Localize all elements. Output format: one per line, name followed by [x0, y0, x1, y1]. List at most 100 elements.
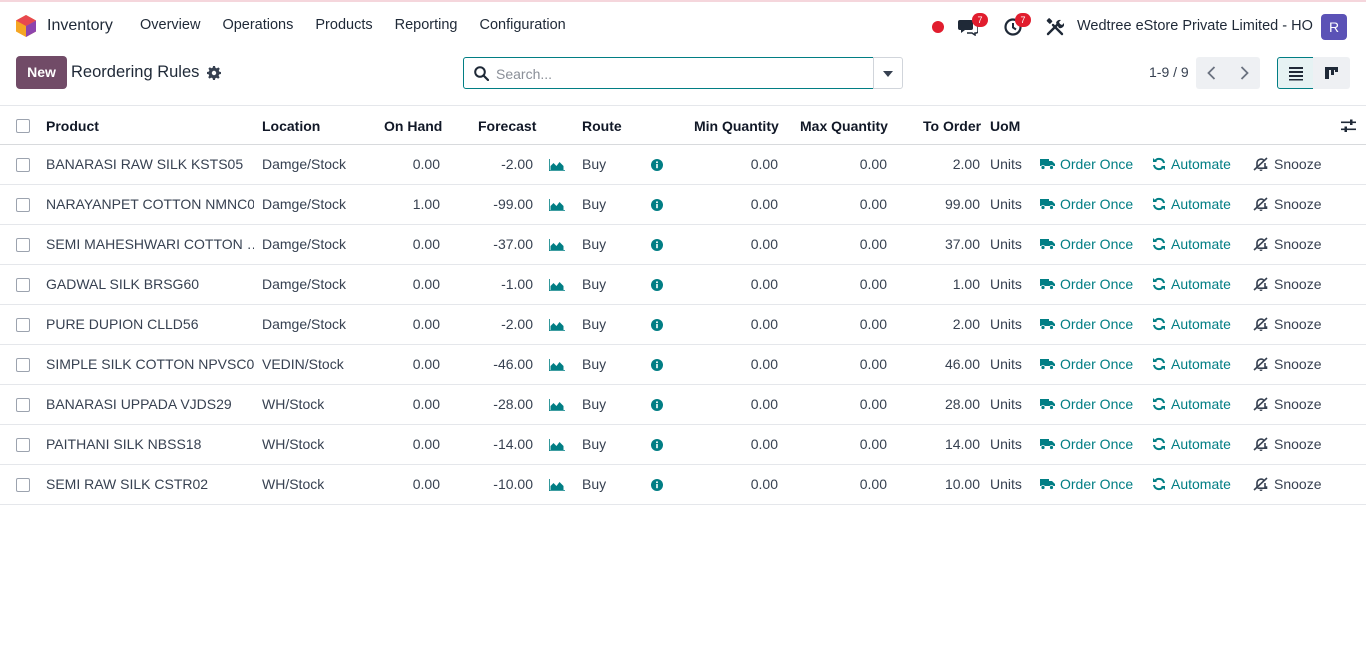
order-once-button[interactable]: Order Once	[1040, 156, 1133, 172]
row-select-checkbox[interactable]	[16, 278, 30, 292]
snooze-button[interactable]: Snooze	[1253, 316, 1321, 332]
pager-previous-button[interactable]	[1196, 57, 1228, 89]
automate-button[interactable]: Automate	[1152, 196, 1231, 212]
cell-min-quantity[interactable]: 0.00	[698, 196, 778, 212]
cell-to-order[interactable]: 2.00	[900, 316, 980, 332]
inventory-app-icon[interactable]	[16, 15, 36, 37]
menu-item-reporting[interactable]: Reporting	[395, 17, 458, 33]
order-once-button[interactable]: Order Once	[1040, 236, 1133, 252]
column-header-route[interactable]: Route	[582, 118, 622, 134]
table-row[interactable]: BANARASI RAW SILK KSTS05 Damge/Stock 0.00 -…	[0, 145, 1366, 185]
snooze-button[interactable]: Snooze	[1253, 276, 1321, 292]
cell-to-order[interactable]: 1.00	[900, 276, 980, 292]
user-avatar[interactable]: R	[1321, 14, 1347, 40]
route-info-button[interactable]	[651, 438, 663, 454]
column-header-on-hand[interactable]: On Hand	[384, 118, 442, 134]
forecast-graph-button[interactable]	[549, 318, 565, 334]
app-name[interactable]: Inventory	[47, 17, 113, 35]
cell-max-quantity[interactable]: 0.00	[807, 276, 887, 292]
column-header-forecast[interactable]: Forecast	[478, 118, 536, 134]
column-header-to-order[interactable]: To Order	[923, 118, 981, 134]
route-info-button[interactable]	[651, 278, 663, 294]
cell-min-quantity[interactable]: 0.00	[698, 396, 778, 412]
cell-to-order[interactable]: 14.00	[900, 436, 980, 452]
order-once-button[interactable]: Order Once	[1040, 436, 1133, 452]
cell-max-quantity[interactable]: 0.00	[807, 316, 887, 332]
forecast-graph-button[interactable]	[549, 158, 565, 174]
route-info-button[interactable]	[651, 158, 663, 174]
table-row[interactable]: BANARASI UPPADA VJDS29 WH/Stock 0.00 -28.00…	[0, 385, 1366, 425]
cell-max-quantity[interactable]: 0.00	[807, 356, 887, 372]
cell-min-quantity[interactable]: 0.00	[698, 236, 778, 252]
table-row[interactable]: PAITHANI SILK NBSS18 WH/Stock 0.00 -14.00 Bu…	[0, 425, 1366, 465]
cell-min-quantity[interactable]: 0.00	[698, 356, 778, 372]
order-once-button[interactable]: Order Once	[1040, 276, 1133, 292]
forecast-graph-button[interactable]	[549, 438, 565, 454]
row-select-checkbox[interactable]	[16, 478, 30, 492]
order-once-button[interactable]: Order Once	[1040, 196, 1133, 212]
cell-max-quantity[interactable]: 0.00	[807, 476, 887, 492]
table-row[interactable]: GADWAL SILK BRSG60 Damge/Stock 0.00 -1.00 Bu…	[0, 265, 1366, 305]
select-all-checkbox[interactable]	[16, 119, 30, 133]
order-once-button[interactable]: Order Once	[1040, 356, 1133, 372]
row-select-checkbox[interactable]	[16, 438, 30, 452]
forecast-graph-button[interactable]	[549, 398, 565, 414]
pager-next-button[interactable]	[1228, 57, 1260, 89]
menu-item-overview[interactable]: Overview	[140, 17, 200, 33]
automate-button[interactable]: Automate	[1152, 236, 1231, 252]
new-button[interactable]: New	[16, 56, 67, 89]
table-row[interactable]: PURE DUPION CLLD56 Damge/Stock 0.00 -2.00 Bu…	[0, 305, 1366, 345]
automate-button[interactable]: Automate	[1152, 476, 1231, 492]
table-row[interactable]: SEMI MAHESHWARI COTTON … Damge/Stock 0.00 -…	[0, 225, 1366, 265]
column-header-location[interactable]: Location	[262, 118, 320, 134]
forecast-graph-button[interactable]	[549, 238, 565, 254]
forecast-graph-button[interactable]	[549, 478, 565, 494]
cell-min-quantity[interactable]: 0.00	[698, 156, 778, 172]
snooze-button[interactable]: Snooze	[1253, 196, 1321, 212]
kanban-view-button[interactable]	[1313, 57, 1350, 89]
route-info-button[interactable]	[651, 358, 663, 374]
optional-columns-icon[interactable]	[1341, 119, 1356, 133]
menu-item-configuration[interactable]: Configuration	[479, 17, 565, 33]
order-once-button[interactable]: Order Once	[1040, 316, 1133, 332]
status-dot-icon[interactable]	[932, 21, 944, 33]
automate-button[interactable]: Automate	[1152, 436, 1231, 452]
snooze-button[interactable]: Snooze	[1253, 476, 1321, 492]
automate-button[interactable]: Automate	[1152, 356, 1231, 372]
route-info-button[interactable]	[651, 238, 663, 254]
menu-item-operations[interactable]: Operations	[222, 17, 293, 33]
automate-button[interactable]: Automate	[1152, 156, 1231, 172]
forecast-graph-button[interactable]	[549, 358, 565, 374]
route-info-button[interactable]	[651, 398, 663, 414]
automate-button[interactable]: Automate	[1152, 316, 1231, 332]
route-info-button[interactable]	[651, 318, 663, 334]
snooze-button[interactable]: Snooze	[1253, 236, 1321, 252]
cell-min-quantity[interactable]: 0.00	[698, 276, 778, 292]
table-row[interactable]: SEMI RAW SILK CSTR02 WH/Stock 0.00 -10.00 Bu…	[0, 465, 1366, 505]
company-switcher[interactable]: Wedtree eStore Private Limited - HO	[1077, 18, 1313, 34]
list-view-button[interactable]	[1277, 57, 1314, 89]
row-select-checkbox[interactable]	[16, 318, 30, 332]
cell-to-order[interactable]: 99.00	[900, 196, 980, 212]
route-info-button[interactable]	[651, 478, 663, 494]
order-once-button[interactable]: Order Once	[1040, 476, 1133, 492]
gear-icon[interactable]	[207, 66, 221, 80]
snooze-button[interactable]: Snooze	[1253, 356, 1321, 372]
cell-to-order[interactable]: 37.00	[900, 236, 980, 252]
table-row[interactable]: SIMPLE SILK COTTON NPVSC01 VEDIN/Stock 0.0…	[0, 345, 1366, 385]
pager-value[interactable]: 1-9 / 9	[1149, 64, 1189, 80]
column-header-uom[interactable]: UoM	[990, 118, 1020, 134]
cell-max-quantity[interactable]: 0.00	[807, 396, 887, 412]
row-select-checkbox[interactable]	[16, 358, 30, 372]
snooze-button[interactable]: Snooze	[1253, 436, 1321, 452]
cell-to-order[interactable]: 10.00	[900, 476, 980, 492]
cell-to-order[interactable]: 2.00	[900, 156, 980, 172]
forecast-graph-button[interactable]	[549, 198, 565, 214]
cell-max-quantity[interactable]: 0.00	[807, 436, 887, 452]
search-options-toggle[interactable]	[873, 57, 903, 89]
snooze-button[interactable]: Snooze	[1253, 396, 1321, 412]
order-once-button[interactable]: Order Once	[1040, 396, 1133, 412]
cell-max-quantity[interactable]: 0.00	[807, 196, 887, 212]
row-select-checkbox[interactable]	[16, 158, 30, 172]
search-input[interactable]	[496, 64, 856, 84]
